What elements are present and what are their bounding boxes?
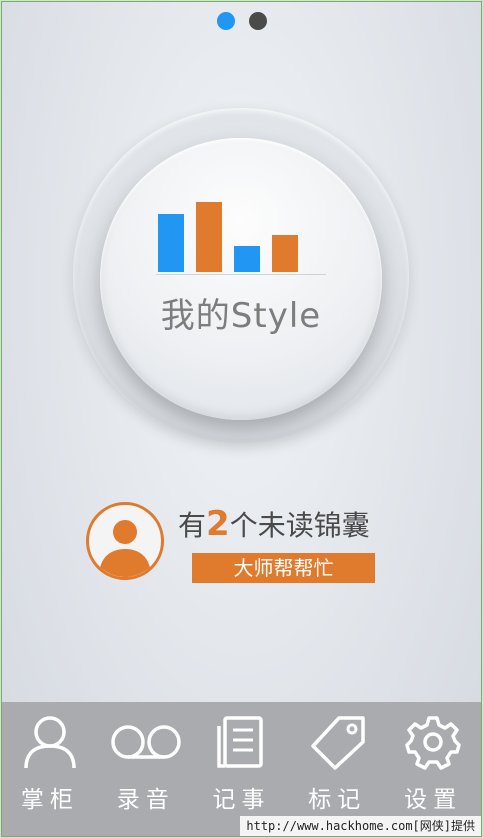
page-indicator — [2, 12, 481, 30]
tab-settings[interactable]: 设置 — [385, 702, 481, 814]
unread-prefix: 有 — [178, 509, 207, 542]
unread-tips-text: 有2个未读锦囊 — [178, 504, 370, 544]
person-icon — [24, 716, 76, 769]
tab-notes[interactable]: 记事 — [194, 702, 290, 814]
unread-suffix: 个未读锦囊 — [229, 509, 370, 542]
gear-icon — [405, 716, 461, 770]
tab-label: 录音 — [116, 787, 175, 813]
watermark-url: http://www.hackhome.com[网侠]提供 — [240, 816, 481, 836]
my-style-button[interactable]: 我的Style — [100, 138, 382, 420]
my-style-label: 我的Style — [160, 296, 322, 336]
tape-icon — [110, 725, 181, 759]
tab-bookmark[interactable]: 标记 — [289, 702, 385, 814]
knob-bar-1 — [158, 214, 184, 272]
main-screen: 我的Style 有2个未读锦囊 大师帮帮忙 掌柜 录音 记事 标记 设置 htt… — [2, 2, 481, 836]
unread-count: 2 — [206, 504, 230, 544]
notes-icon — [217, 716, 264, 768]
master-help-button[interactable]: 大师帮帮忙 — [192, 553, 375, 583]
tab-label: 设置 — [404, 787, 463, 813]
tab-recording[interactable]: 录音 — [98, 702, 194, 814]
bar-chart-icon — [158, 192, 328, 272]
user-avatar-icon[interactable] — [86, 502, 164, 580]
page-dot-2[interactable] — [248, 12, 267, 30]
page-dot-1[interactable] — [216, 12, 235, 30]
style-knob-ring: 我的Style — [73, 108, 409, 444]
tab-label: 掌柜 — [20, 787, 79, 813]
knob-divider — [156, 274, 326, 275]
knob-bar-4 — [272, 235, 298, 272]
tab-label: 标记 — [308, 787, 367, 813]
tab-shopkeeper[interactable]: 掌柜 — [2, 702, 98, 814]
tab-label: 记事 — [212, 787, 271, 813]
knob-bar-3 — [234, 246, 260, 272]
tag-icon — [311, 716, 366, 770]
knob-bar-2 — [196, 202, 222, 272]
